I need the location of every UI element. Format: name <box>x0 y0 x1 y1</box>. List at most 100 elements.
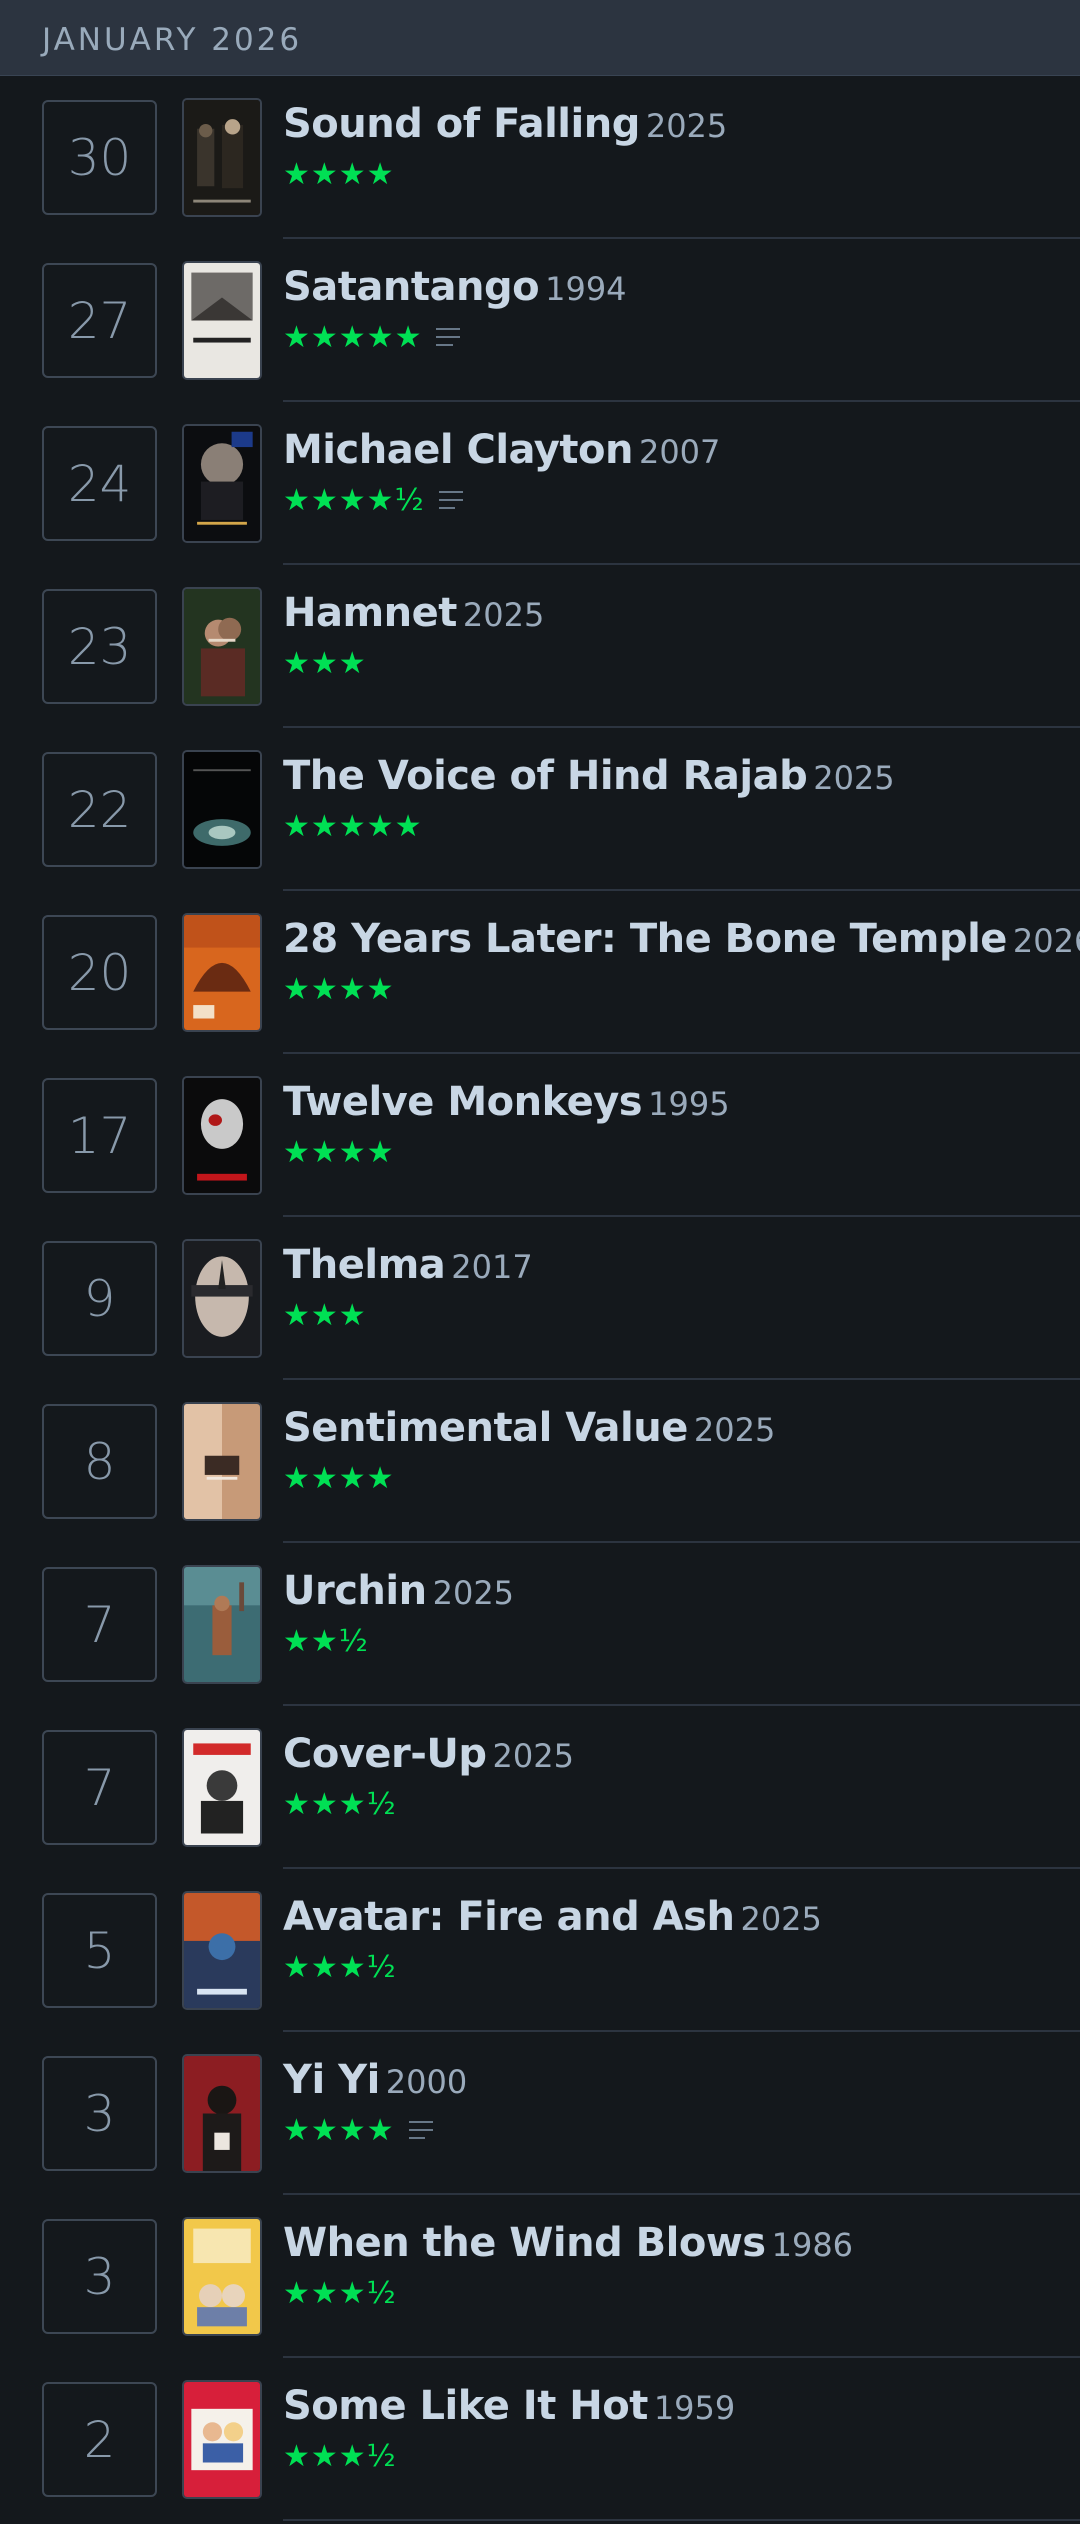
film-year[interactable]: 1986 <box>772 2226 853 2264</box>
day-badge[interactable]: 3 <box>42 2219 157 2334</box>
day-badge[interactable]: 8 <box>42 1404 157 1519</box>
film-year[interactable]: 1995 <box>648 1085 729 1123</box>
film-year[interactable]: 1959 <box>654 2389 735 2427</box>
poster-cover-up[interactable] <box>182 1728 262 1847</box>
film-title[interactable]: Cover-Up <box>283 1731 487 1777</box>
star-rating: ★★★★ <box>283 1134 395 1170</box>
film-year[interactable]: 2025 <box>463 596 544 634</box>
title-line: Sound of Falling 2025 <box>283 104 1080 144</box>
diary-entry[interactable]: 2 Some Like It Hot 1959 ★★★½ <box>0 2358 1080 2521</box>
diary-entry[interactable]: 23 Hamnet 2025 ★★★ <box>0 565 1080 728</box>
film-title[interactable]: Satantango <box>283 264 540 310</box>
poster-urchin[interactable] <box>182 1565 262 1684</box>
day-badge[interactable]: 2 <box>42 2382 157 2497</box>
rating-line: ★★★½ <box>283 2275 1080 2311</box>
poster-sentimental-value[interactable] <box>182 1402 262 1521</box>
day-badge[interactable]: 9 <box>42 1241 157 1356</box>
diary-entry[interactable]: 3 When the Wind Blows 1986 ★★★½ <box>0 2195 1080 2358</box>
film-title[interactable]: Michael Clayton <box>283 427 633 473</box>
rating-line: ★★★★ <box>283 972 1080 1007</box>
poster-hamnet[interactable] <box>182 587 262 706</box>
review-icon[interactable] <box>436 328 461 346</box>
poster-voice-of-hind-rajab[interactable] <box>182 750 262 869</box>
review-icon[interactable] <box>408 2121 433 2139</box>
rating-line: ★★★★ <box>283 157 1080 192</box>
star-rating: ★★★★★ <box>283 319 423 355</box>
poster-michael-clayton[interactable] <box>182 424 262 543</box>
film-title[interactable]: Sound of Falling <box>283 101 640 147</box>
day-badge[interactable]: 24 <box>42 426 157 541</box>
film-title[interactable]: Sentimental Value <box>283 1405 688 1451</box>
poster-some-like-it-hot[interactable] <box>182 2380 262 2499</box>
star-rating: ★★★ <box>283 645 367 681</box>
poster-sound-of-falling[interactable] <box>182 98 262 217</box>
film-title[interactable]: When the Wind Blows <box>283 2220 766 2266</box>
day-badge[interactable]: 7 <box>42 1567 157 1682</box>
film-title[interactable]: Some Like It Hot <box>283 2383 648 2429</box>
film-title[interactable]: Twelve Monkeys <box>283 1079 643 1125</box>
day-badge[interactable]: 17 <box>42 1078 157 1193</box>
diary-entry[interactable]: 7 Cover-Up 2025 ★★★½ <box>0 1706 1080 1869</box>
film-title[interactable]: 28 Years Later: The Bone Temple <box>283 916 1007 962</box>
film-title[interactable]: Urchin <box>283 1568 427 1614</box>
diary-entry[interactable]: 22 The Voice of Hind Rajab 2025 ★★★★★ <box>0 728 1080 891</box>
poster-twelve-monkeys[interactable] <box>182 1076 262 1195</box>
title-line: Yi Yi 2000 <box>283 2060 1080 2100</box>
poster-when-the-wind-blows[interactable] <box>182 2217 262 2336</box>
film-year[interactable]: 2007 <box>639 433 720 471</box>
diary-entry[interactable]: 30 Sound of Falling 2025 ★★★★ <box>0 76 1080 239</box>
diary-entry[interactable]: 24 Michael Clayton 2007 ★★★★½ <box>0 402 1080 565</box>
poster-28-years-later[interactable] <box>182 913 262 1032</box>
poster-satantango[interactable] <box>182 261 262 380</box>
film-year[interactable]: 2025 <box>646 107 727 145</box>
diary-entry[interactable]: 9 Thelma 2017 ★★★ <box>0 1217 1080 1380</box>
poster-yi-yi[interactable] <box>182 2054 262 2173</box>
star-rating: ★★★½ <box>283 2275 397 2311</box>
rating-line: ★★★ <box>283 645 1080 681</box>
film-info: Sound of Falling 2025 ★★★★ <box>283 104 1080 192</box>
film-year[interactable]: 2025 <box>740 1900 821 1938</box>
rating-line: ★★★½ <box>283 1950 1080 1985</box>
film-year[interactable]: 2000 <box>386 2063 467 2101</box>
diary-entry[interactable]: 3 Yi Yi 2000 ★★★★ <box>0 2032 1080 2195</box>
title-line: Sentimental Value 2025 <box>283 1408 1080 1448</box>
day-badge[interactable]: 27 <box>42 263 157 378</box>
day-badge[interactable]: 7 <box>42 1730 157 1845</box>
film-title[interactable]: Yi Yi <box>283 2057 380 2103</box>
film-year[interactable]: 2017 <box>451 1248 532 1286</box>
film-year[interactable]: 2025 <box>813 759 894 797</box>
poster-thelma[interactable] <box>182 1239 262 1358</box>
film-title[interactable]: Avatar: Fire and Ash <box>283 1894 735 1940</box>
film-title[interactable]: The Voice of Hind Rajab <box>283 753 808 799</box>
diary-entry[interactable]: 17 Twelve Monkeys 1995 ★★★★ <box>0 1054 1080 1217</box>
diary-entry[interactable]: 20 28 Years Later: The Bone Temple2026 ★… <box>0 891 1080 1054</box>
diary-entry[interactable]: 27 Satantango 1994 ★★★★★ <box>0 239 1080 402</box>
film-year[interactable]: 2025 <box>492 1737 573 1775</box>
day-badge[interactable]: 30 <box>42 100 157 215</box>
day-badge[interactable]: 3 <box>42 2056 157 2171</box>
day-badge[interactable]: 22 <box>42 752 157 867</box>
title-line: When the Wind Blows 1986 <box>283 2223 1080 2263</box>
title-line: Some Like It Hot 1959 <box>283 2386 1080 2426</box>
film-title[interactable]: Thelma <box>283 1242 446 1288</box>
diary-entry[interactable]: 5 Avatar: Fire and Ash 2025 ★★★½ <box>0 1869 1080 2032</box>
month-header: JANUARY 2026 <box>0 0 1080 76</box>
film-year[interactable]: 2025 <box>694 1411 775 1449</box>
title-line: Cover-Up 2025 <box>283 1734 1080 1774</box>
diary-entry[interactable]: 7 Urchin 2025 ★★½ <box>0 1543 1080 1706</box>
film-year[interactable]: 2025 <box>433 1574 514 1612</box>
review-icon[interactable] <box>438 491 463 509</box>
film-info: Urchin 2025 ★★½ <box>283 1568 1080 1659</box>
film-info: Michael Clayton 2007 ★★★★½ <box>283 427 1080 518</box>
rating-line: ★★★½ <box>283 1787 1080 1822</box>
poster-avatar-fire-and-ash[interactable] <box>182 1891 262 2010</box>
day-badge[interactable]: 23 <box>42 589 157 704</box>
film-info: When the Wind Blows 1986 ★★★½ <box>283 2223 1080 2311</box>
film-info: Satantango 1994 ★★★★★ <box>283 264 1080 355</box>
day-badge[interactable]: 20 <box>42 915 157 1030</box>
film-title[interactable]: Hamnet <box>283 590 457 636</box>
diary-entry[interactable]: 8 Sentimental Value 2025 ★★★★ <box>0 1380 1080 1543</box>
day-badge[interactable]: 5 <box>42 1893 157 2008</box>
film-year[interactable]: 1994 <box>545 270 626 308</box>
film-year[interactable]: 2026 <box>1013 922 1080 960</box>
